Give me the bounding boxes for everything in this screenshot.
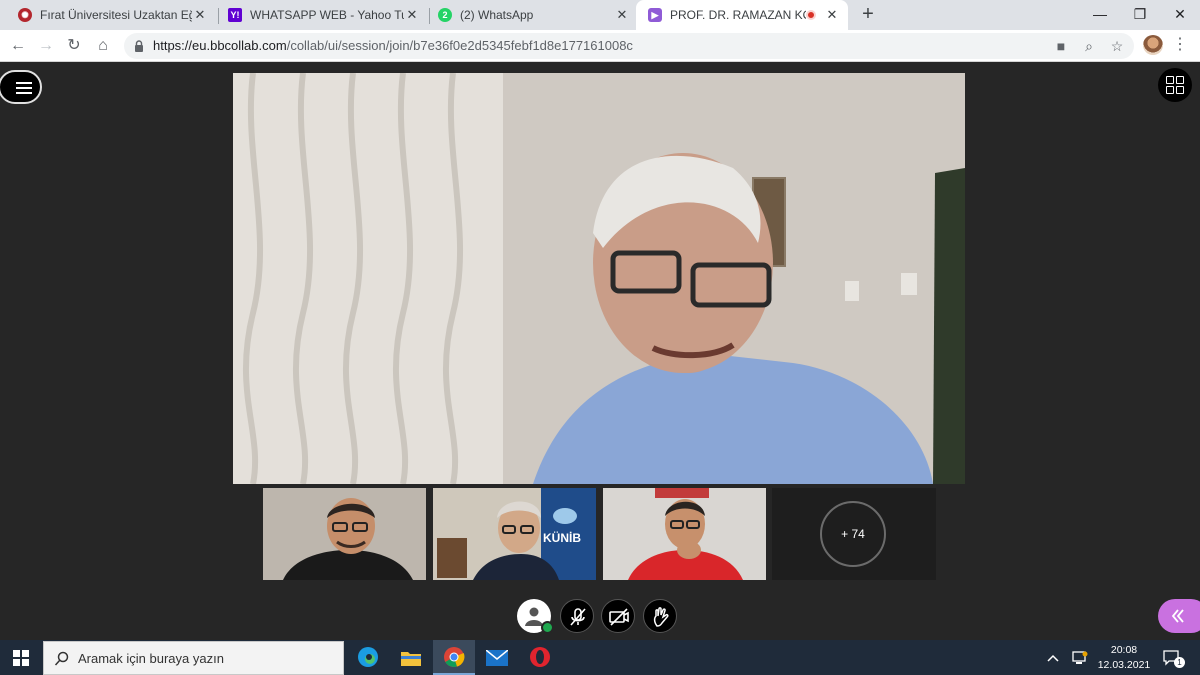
collaborate-icon: ▶ — [648, 8, 662, 22]
taskbar-clock[interactable]: 20:08 12.03.2021 — [1092, 643, 1156, 673]
grid-cell-icon — [1176, 86, 1184, 94]
active-speaker-video — [233, 73, 965, 484]
windows-taskbar: Aramak için buraya yazın 20:08 12.03.202… — [0, 640, 1200, 675]
hamburger-line — [16, 92, 32, 94]
new-tab-button[interactable]: + — [857, 4, 879, 26]
browser-toolbar: ← → ↻ ⌂ https://eu.bbcollab.com/collab/u… — [0, 30, 1200, 62]
folder-icon — [401, 652, 421, 666]
participant-video-2[interactable]: KÜNİB — [433, 488, 596, 580]
grid-cell-icon — [1166, 86, 1174, 94]
grid-view-button[interactable] — [1158, 68, 1192, 102]
hamburger-line — [16, 87, 32, 89]
url-host: https://eu.bbcollab.com — [153, 38, 287, 53]
taskbar-chrome[interactable] — [433, 640, 475, 675]
close-window-button[interactable]: ✕ — [1160, 0, 1200, 30]
bookmark-star-icon[interactable]: ☆ — [1108, 37, 1126, 55]
participant-video-frame — [603, 488, 766, 580]
address-bar[interactable]: https://eu.bbcollab.com/collab/ui/sessio… — [124, 33, 1134, 59]
raise-hand-button[interactable] — [643, 599, 677, 633]
participant-video-frame — [263, 488, 426, 580]
grid-cell-icon — [1166, 76, 1174, 84]
tab-title: WHATSAPP WEB - Yahoo Turkey — [250, 8, 404, 22]
more-participants-tile[interactable]: + 74 — [772, 488, 936, 580]
collaborate-session-stage: KÜNİB + 74 — [0, 63, 1200, 640]
tab-title: (2) WhatsApp — [460, 8, 534, 22]
restore-window-button[interactable]: ❐ — [1120, 0, 1160, 30]
microphone-muted-icon — [570, 608, 586, 626]
show-hidden-icons-button[interactable] — [1045, 640, 1061, 675]
taskbar-edge[interactable] — [347, 640, 389, 675]
close-tab-icon[interactable]: ✕ — [824, 7, 840, 23]
forward-button[interactable]: → — [34, 34, 58, 58]
taskbar-opera[interactable] — [519, 640, 561, 675]
opera-icon — [530, 647, 550, 667]
notification-count-badge: 1 — [1174, 657, 1185, 668]
participant-video-1[interactable] — [263, 488, 426, 580]
microphone-button[interactable] — [560, 599, 594, 633]
tab-whatsapp[interactable]: 2 (2) WhatsApp ✕ — [426, 0, 638, 30]
yahoo-icon: Y! — [228, 8, 242, 22]
url-path: /collab/ui/session/join/b7e36f0e2d5345fe… — [286, 38, 633, 53]
taskbar-file-explorer[interactable] — [390, 640, 432, 675]
url-text: https://eu.bbcollab.com/collab/ui/sessio… — [153, 38, 633, 53]
open-collaborate-panel-button[interactable] — [1158, 599, 1200, 633]
participant-video-3[interactable] — [603, 488, 766, 580]
firat-university-icon: ✺ — [18, 8, 32, 22]
network-status-button[interactable] — [1070, 640, 1090, 675]
more-participants-count: + 74 — [820, 501, 886, 567]
browser-tab-strip: ✺ Fırat Üniversitesi Uzaktan Eğitim ✕ Y!… — [0, 0, 1200, 30]
edge-browser-icon — [358, 647, 378, 667]
camera-in-use-icon[interactable]: ■ — [1052, 37, 1070, 55]
recording-indicator-icon — [806, 10, 816, 20]
hamburger-line — [16, 82, 32, 84]
home-button[interactable]: ⌂ — [91, 34, 115, 58]
close-tab-icon[interactable]: ✕ — [614, 7, 630, 23]
my-status-button[interactable] — [517, 599, 554, 634]
camera-button[interactable] — [601, 599, 635, 633]
network-icon — [1072, 651, 1088, 664]
tab-firat-university[interactable]: ✺ Fırat Üniversitesi Uzaktan Eğitim ✕ — [6, 0, 216, 30]
grid-cell-icon — [1176, 76, 1184, 84]
search-placeholder: Aramak için buraya yazın — [78, 651, 224, 666]
tab-title: PROF. DR. RAMAZAN KORKUT — [670, 8, 806, 22]
chrome-icon — [444, 647, 465, 667]
lock-icon — [135, 40, 143, 52]
tab-title: Fırat Üniversitesi Uzaktan Eğitim — [40, 8, 192, 22]
camera-off-icon — [609, 608, 629, 626]
minimize-window-button[interactable]: — — [1080, 0, 1120, 30]
clock-date: 12.03.2021 — [1097, 659, 1151, 671]
double-chevron-left-icon — [1171, 609, 1184, 623]
status-available-icon — [541, 621, 554, 634]
participant-video-frame: KÜNİB — [433, 488, 596, 580]
windows-logo-icon — [13, 650, 29, 666]
close-tab-icon[interactable]: ✕ — [404, 7, 420, 23]
taskbar-search-box[interactable]: Aramak için buraya yazın — [43, 641, 344, 675]
clock-time: 20:08 — [1110, 644, 1138, 656]
back-button[interactable]: ← — [6, 34, 30, 58]
close-tab-icon[interactable]: ✕ — [192, 7, 208, 23]
raise-hand-icon — [653, 607, 669, 627]
tab-collaborate-session[interactable]: ▶ PROF. DR. RAMAZAN KORKUT ✕ — [636, 0, 848, 30]
taskbar-mail[interactable] — [476, 640, 518, 675]
reload-button[interactable]: ↻ — [62, 34, 86, 58]
whatsapp-icon: 2 — [438, 8, 452, 22]
browser-menu-icon[interactable]: ⋮ — [1172, 34, 1188, 54]
zoom-icon[interactable]: ⌕ — [1080, 37, 1098, 55]
search-icon — [54, 651, 69, 666]
kunib-banner-text: KÜNİB — [543, 530, 581, 545]
session-menu-button[interactable] — [0, 70, 42, 104]
chevron-up-icon — [1047, 654, 1059, 662]
profile-avatar[interactable] — [1143, 35, 1163, 55]
speaker-video-frame — [233, 73, 965, 484]
start-button[interactable] — [0, 640, 42, 675]
tab-yahoo[interactable]: Y! WHATSAPP WEB - Yahoo Turkey ✕ — [216, 0, 428, 30]
action-center-button[interactable]: 1 — [1160, 640, 1186, 675]
mail-icon — [486, 650, 508, 666]
